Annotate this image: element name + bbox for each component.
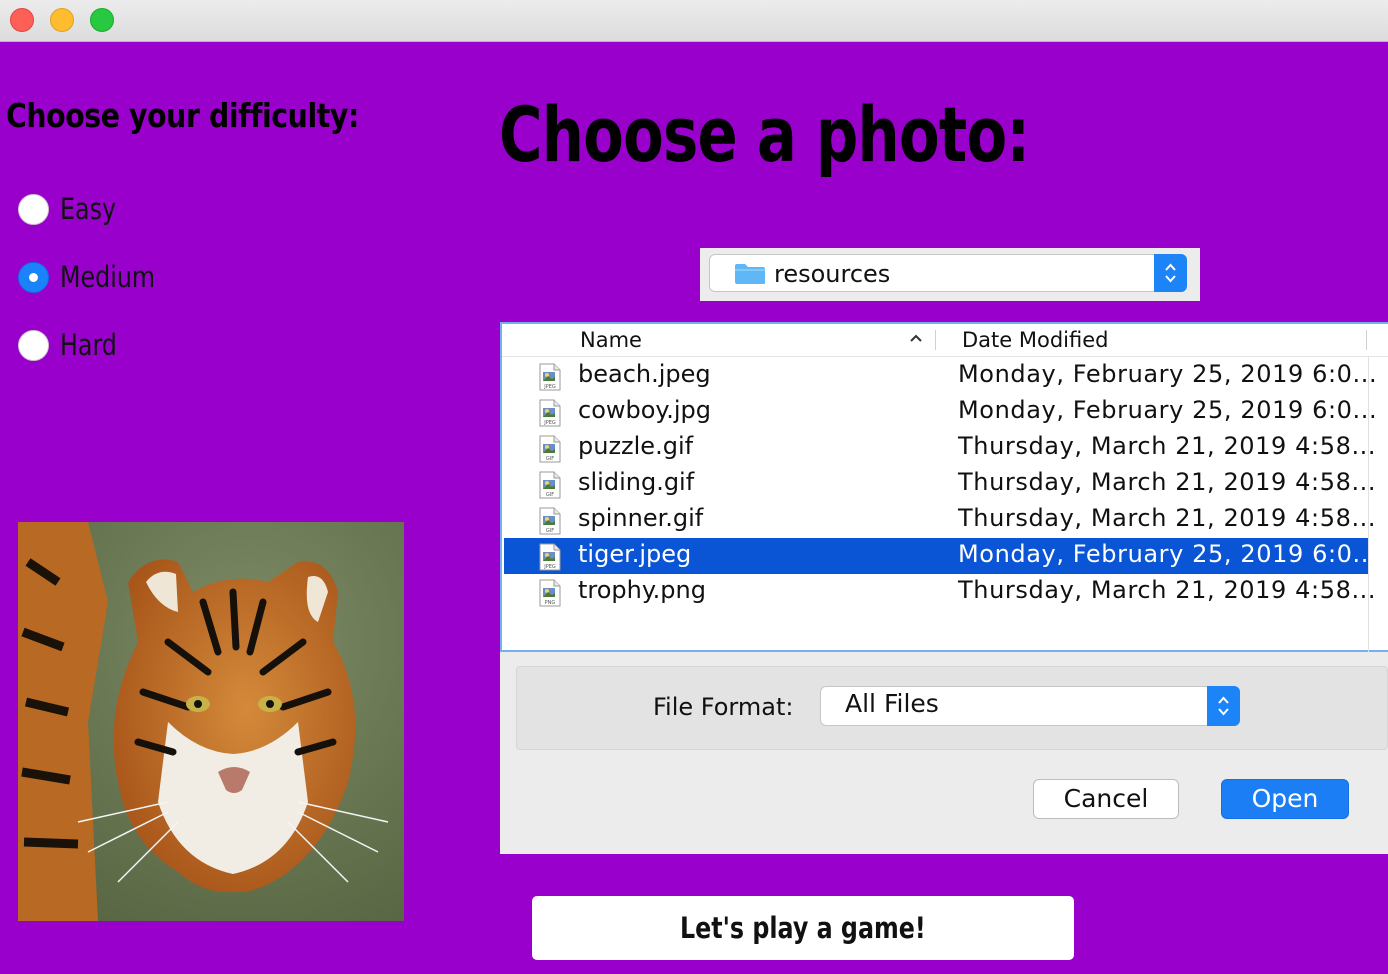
image-file-icon: GIF [539,471,561,499]
file-format-panel: File Format: All Files [516,666,1388,750]
file-date-modified: Monday, February 25, 2019 6:0... [958,540,1378,568]
radio-button[interactable] [18,329,49,361]
file-date-modified: Thursday, March 21, 2019 4:58... [958,432,1377,460]
radio-option-easy[interactable]: Easy [18,192,128,226]
svg-text:JPEG: JPEG [543,384,556,390]
file-row[interactable]: GIF spinner.gif Thursday, March 21, 2019 4… [504,502,1376,538]
radio-option-hard[interactable]: Hard [18,328,129,362]
difficulty-title: Choose your difficulty: [6,96,359,135]
svg-text:JPEG: JPEG [543,420,556,426]
file-row[interactable]: JPEG cowboy.jpg Monday, February 25, 2019 … [504,394,1377,430]
dialog-footer: File Format: All Files Cancel Open [500,652,1388,854]
radio-button[interactable] [18,193,49,225]
minimize-window-button[interactable] [50,8,74,32]
svg-text:GIF: GIF [546,456,554,462]
cancel-button[interactable]: Cancel [1033,779,1179,819]
play-game-label: Let's play a game! [680,911,926,945]
file-name: spinner.gif [578,504,704,532]
image-file-icon: JPEG [539,399,561,427]
sort-ascending-icon [910,334,922,342]
play-game-button[interactable]: Let's play a game! [532,896,1074,960]
file-format-dropdown[interactable]: All Files [820,686,1240,726]
image-file-icon: JPEG [539,363,561,391]
svg-text:PNG: PNG [545,600,556,606]
tiger-preview-image [18,522,404,921]
radio-option-medium[interactable]: Medium [18,260,176,294]
file-date-modified: Monday, February 25, 2019 6:0... [958,360,1378,388]
file-date-modified: Monday, February 25, 2019 6:0... [958,396,1378,424]
file-name: trophy.png [578,576,706,604]
svg-text:GIF: GIF [546,492,554,498]
folder-icon [735,264,765,284]
svg-text:JPEG: JPEG [543,564,556,570]
column-date-header[interactable]: Date Modified [962,328,1108,352]
radio-label: Medium [60,260,156,294]
image-file-icon: JPEG [539,543,561,571]
radio-label: Hard [60,328,117,362]
maximize-window-button[interactable] [90,8,114,32]
column-header: Name Date Modified [502,324,1388,357]
file-name: beach.jpeg [578,360,711,388]
window-titlebar [0,0,1388,42]
chevron-updown-icon [1218,696,1229,716]
image-file-icon: GIF [539,507,561,535]
column-name-header[interactable]: Name [580,328,642,352]
radio-button[interactable] [18,261,49,293]
file-row[interactable]: GIF sliding.gif Thursday, March 21, 2019 4… [504,466,1376,502]
file-date-modified: Thursday, March 21, 2019 4:58... [958,576,1377,604]
file-list[interactable]: Name Date Modified JPEG beach.jpeg Monday,… [500,322,1388,652]
image-file-icon: GIF [539,435,561,463]
close-window-button[interactable] [10,8,34,32]
file-date-modified: Thursday, March 21, 2019 4:58... [958,468,1377,496]
file-name: tiger.jpeg [578,540,692,568]
location-bar: resources [700,248,1200,301]
file-date-modified: Thursday, March 21, 2019 4:58... [958,504,1377,532]
open-button[interactable]: Open [1221,779,1349,819]
file-rows: JPEG beach.jpeg Monday, February 25, 2019 … [504,358,1377,610]
radio-label: Easy [60,192,117,226]
chevron-updown-icon [1165,263,1176,283]
file-name: cowboy.jpg [578,396,711,424]
image-file-icon: PNG [539,579,561,607]
file-chooser-dialog: resources Name Date Modified JPEG beach.j… [500,248,1388,854]
file-row[interactable]: JPEG tiger.jpeg Monday, February 25, 2019 … [504,538,1377,574]
location-stepper[interactable] [1154,254,1187,292]
location-dropdown[interactable]: resources [709,254,1187,292]
file-name: sliding.gif [578,468,695,496]
file-format-value: All Files [845,689,939,718]
file-name: puzzle.gif [578,432,694,460]
photo-title: Choose a photo: [499,90,1030,179]
location-value: resources [774,260,891,288]
file-row[interactable]: GIF puzzle.gif Thursday, March 21, 2019 4:… [504,430,1376,466]
file-row[interactable]: PNG trophy.png Thursday, March 21, 2019 4:… [504,574,1376,610]
file-format-stepper[interactable] [1207,686,1240,726]
file-row[interactable]: JPEG beach.jpeg Monday, February 25, 2019 … [504,358,1377,394]
file-format-label: File Format: [653,693,794,721]
svg-text:GIF: GIF [546,528,554,534]
